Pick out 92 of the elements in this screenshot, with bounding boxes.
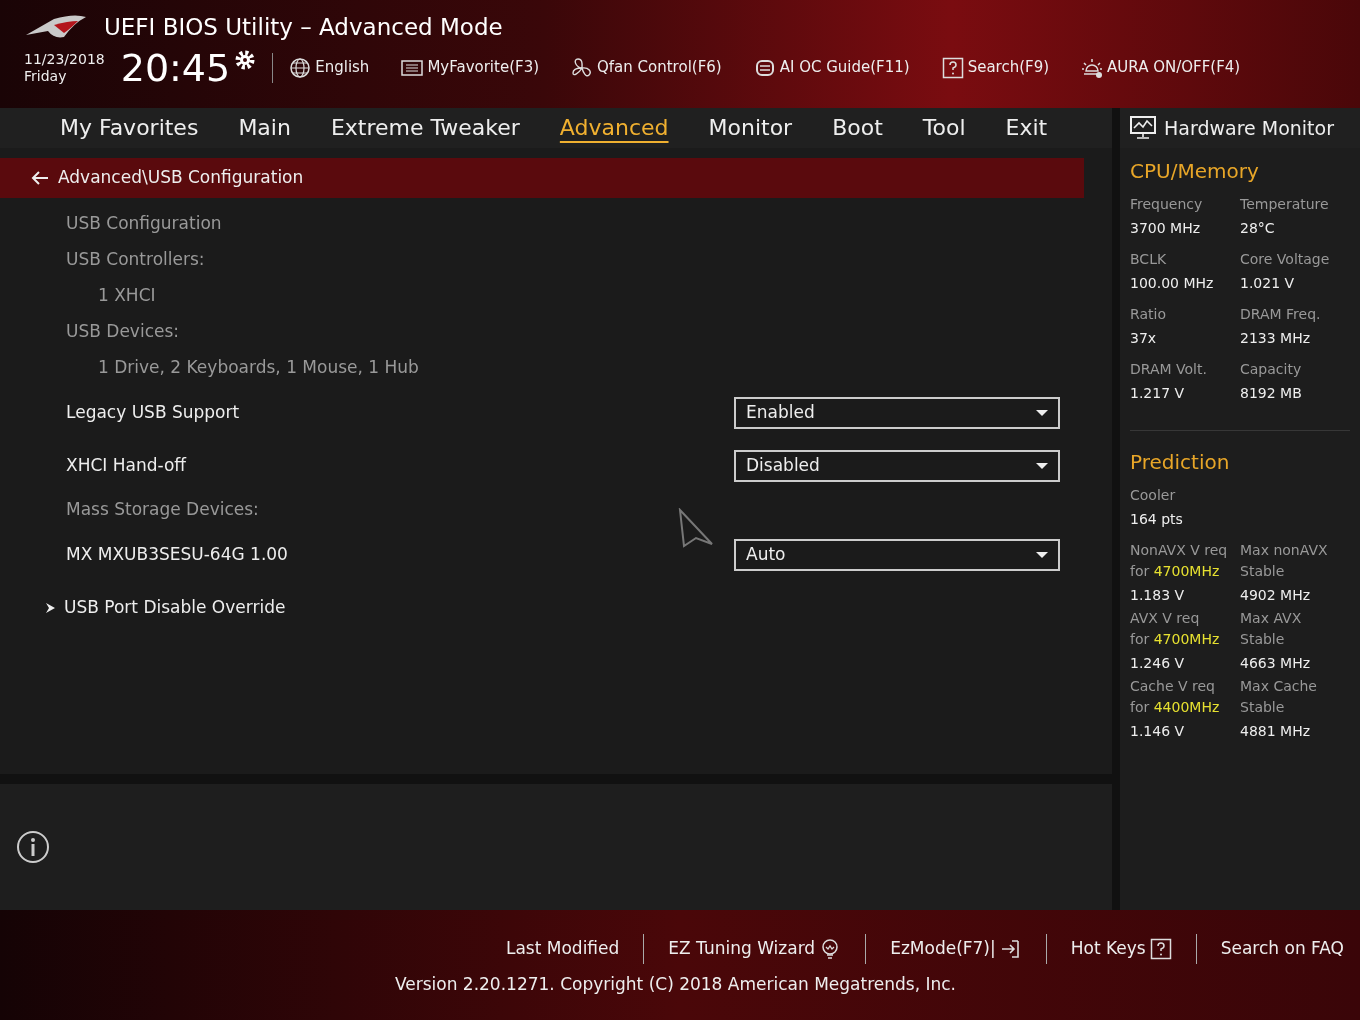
breadcrumb-text: Advanced\USB Configuration — [58, 166, 304, 190]
toolbar-link[interactable]: AI OC Guide(F11) — [779, 56, 910, 79]
caret-icon — [1036, 408, 1048, 417]
stat-label: DRAM Volt. — [1130, 360, 1208, 379]
stat-label: Max Cache — [1240, 677, 1318, 696]
toolbar-link[interactable]: Qfan Control(F6) — [597, 56, 722, 79]
footer-link[interactable]: EzMode(F7)| — [890, 936, 996, 962]
info-icon — [16, 830, 50, 864]
stat-value: 4902 MHz — [1240, 586, 1312, 605]
help-icon — [1149, 938, 1172, 960]
footer-link[interactable]: Search on FAQ — [1220, 936, 1344, 962]
section-label: USB Devices: — [66, 320, 180, 344]
submenu-link[interactable]: USB Port Disable Override — [64, 594, 286, 621]
stat-label: Stable — [1240, 698, 1286, 717]
section-label: USB Controllers: — [66, 248, 205, 272]
setting-label: Legacy USB Support — [66, 400, 240, 424]
window-title: UEFI BIOS Utility – Advanced Mode — [104, 13, 503, 42]
stat-label: Capacity — [1240, 360, 1303, 379]
stat-value: 1.183 V — [1130, 586, 1186, 605]
stat-value: 100.00 MHz — [1130, 274, 1215, 293]
stat-label: Core Voltage — [1240, 250, 1331, 269]
menu-tab[interactable]: Extreme Tweaker — [310, 109, 540, 147]
dropdown-select[interactable]: Disabled — [734, 449, 1060, 482]
stat-label: for 4700MHz — [1130, 562, 1221, 581]
back-arrow-icon[interactable] — [30, 170, 50, 186]
stat-label: Frequency — [1130, 195, 1204, 214]
stat-value: 28°C — [1240, 219, 1276, 238]
stat-value: 8192 MB — [1240, 384, 1303, 403]
section-title: CPU/Memory — [1130, 158, 1260, 185]
stat-value: 4663 MHz — [1240, 654, 1312, 673]
toolbar-link[interactable]: AURA ON/OFF(F4) — [1107, 56, 1241, 79]
setting-label: MX MXUB3SESU-64G 1.00 — [66, 542, 288, 566]
globe-icon[interactable] — [289, 56, 312, 79]
caret-icon — [1036, 461, 1048, 470]
panel-title: Hardware Monitor — [1164, 115, 1334, 141]
toolbar-link[interactable]: Search(F9) — [967, 56, 1050, 79]
clock-time: 20:45 — [120, 48, 231, 87]
footer-link[interactable]: EZ Tuning Wizard — [668, 936, 816, 962]
copyright-text: Version 2.20.1271. Copyright (C) 2018 American Megatrends, Inc. — [394, 973, 956, 996]
exit-icon — [999, 938, 1022, 960]
section-label: USB Configuration — [66, 212, 222, 236]
stat-value: 3700 MHz — [1130, 219, 1202, 238]
menu-tab[interactable]: Exit — [985, 109, 1068, 147]
menu-tab[interactable]: Advanced — [539, 109, 689, 147]
day-text: Friday — [24, 67, 68, 85]
stat-value: 1.146 V — [1130, 722, 1186, 741]
section-label: Mass Storage Devices: — [66, 498, 259, 522]
footer-link[interactable]: Last Modified — [505, 936, 620, 962]
stat-value: 4881 MHz — [1240, 722, 1312, 741]
stat-label: for 4700MHz — [1130, 630, 1221, 649]
stat-value: 1.246 V — [1130, 654, 1186, 673]
stat-label: Max nonAVX — [1240, 541, 1329, 560]
stat-label: DRAM Freq. — [1240, 305, 1322, 324]
menu-tab[interactable]: Monitor — [688, 109, 813, 147]
stat-label: Cache V req — [1130, 677, 1216, 696]
dropdown-select[interactable]: Auto — [734, 538, 1060, 571]
date-text: 11/23/2018 — [24, 50, 105, 68]
stat-label: Temperature — [1240, 195, 1330, 214]
stat-label: Stable — [1240, 630, 1286, 649]
menu-tab[interactable]: My Favorites — [40, 109, 219, 147]
stat-label: Ratio — [1130, 305, 1167, 324]
help-icon[interactable] — [941, 56, 964, 79]
dropdown-select[interactable]: Enabled — [734, 396, 1060, 429]
stat-value: 1.021 V — [1240, 274, 1296, 293]
stat-value: 1.217 V — [1130, 384, 1186, 403]
menu-tab[interactable]: Boot — [812, 109, 903, 147]
stat-label: Stable — [1240, 562, 1286, 581]
chevron-icon — [44, 601, 56, 614]
footer-link[interactable]: Hot Keys — [1070, 936, 1146, 962]
toolbar-link[interactable]: MyFavorite(F3) — [427, 56, 540, 79]
stat-label: AVX V req — [1130, 609, 1201, 628]
caret-icon — [1036, 550, 1048, 559]
settings-icon[interactable] — [234, 48, 257, 71]
stat-value: 37x — [1130, 329, 1158, 348]
setting-label: XHCI Hand-off — [66, 453, 187, 477]
lamp-icon[interactable] — [1081, 56, 1104, 79]
info-text: 1 XHCI — [97, 284, 156, 308]
stat-label: Max AVX — [1240, 609, 1303, 628]
stat-label: Cooler — [1130, 486, 1177, 505]
mouse-cursor-icon — [678, 508, 714, 548]
stat-label: NonAVX V req — [1130, 541, 1229, 560]
menu-tab[interactable]: Tool — [902, 109, 986, 147]
stat-label: BCLK — [1130, 250, 1168, 269]
stat-value: 164 pts — [1130, 510, 1184, 529]
monitor-icon — [1130, 116, 1156, 140]
stat-label: for 4400MHz — [1130, 698, 1221, 717]
section-title: Prediction — [1130, 449, 1231, 476]
info-text: 1 Drive, 2 Keyboards, 1 Mouse, 1 Hub — [97, 356, 419, 380]
menu-tab[interactable]: Main — [218, 109, 311, 147]
toolbar-link[interactable]: English — [315, 56, 370, 79]
fan-icon[interactable] — [571, 56, 594, 79]
stat-value: 2133 MHz — [1240, 329, 1312, 348]
